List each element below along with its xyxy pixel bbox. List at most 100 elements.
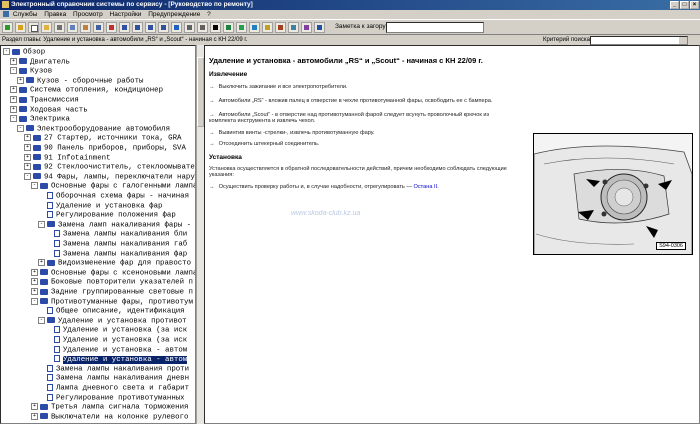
- tree-item[interactable]: Лампа дневного света и габарит: [38, 384, 189, 393]
- tree-item[interactable]: +91 Infotainment: [24, 153, 111, 163]
- tree-item[interactable]: + Двигатель: [10, 57, 70, 67]
- tree-item[interactable]: Удаление и установка фар: [38, 201, 162, 211]
- collapse-icon[interactable]: -: [24, 172, 31, 180]
- tree-item[interactable]: - Обзор: [3, 48, 45, 57]
- tree-item[interactable]: Замена лампы накаливания дневн: [38, 374, 189, 383]
- tree-item[interactable]: - 94 Фары, лампы, переключатели нару: [24, 172, 195, 182]
- tree-item[interactable]: Замена лампы накаливания проти: [38, 364, 189, 374]
- expand-icon[interactable]: +: [10, 105, 17, 113]
- tree-item[interactable]: - Электрооборудование автомобиля: [17, 124, 170, 134]
- tree-item[interactable]: + Боковые повторители указателей п: [31, 278, 193, 287]
- expand-icon[interactable]: +: [31, 278, 38, 286]
- new-button[interactable]: [28, 22, 39, 33]
- car-button[interactable]: [223, 22, 234, 33]
- tree-item[interactable]: + Основные фары с ксеноновыми лампа: [31, 268, 195, 278]
- tree-item[interactable]: Регулирование противотуманных: [38, 393, 185, 403]
- expand-icon[interactable]: +: [24, 153, 31, 161]
- tree-item[interactable]: Удаление и установка - автом: [45, 355, 188, 364]
- maximize-button[interactable]: □: [680, 1, 689, 9]
- tree-item[interactable]: + Выключатели на колонке рулевого: [31, 412, 189, 422]
- up-button[interactable]: [145, 22, 156, 33]
- copy-button[interactable]: [67, 22, 78, 33]
- collapse-icon[interactable]: -: [31, 297, 38, 305]
- info-button[interactable]: [171, 22, 182, 33]
- tree-scrollbar[interactable]: [196, 45, 204, 424]
- expand-icon[interactable]: +: [24, 134, 31, 142]
- tree-item[interactable]: +27 Стартер, источники тока, GRA: [24, 134, 182, 143]
- print-button[interactable]: [54, 22, 65, 33]
- expand-icon[interactable]: +: [31, 288, 38, 295]
- tree-item[interactable]: +90 Панель приборов, приборы, SVA: [24, 144, 186, 153]
- collapse-icon[interactable]: -: [38, 220, 45, 228]
- expand-icon[interactable]: +: [24, 144, 31, 151]
- tree-item[interactable]: + Кузов - сборочные работы: [17, 76, 143, 86]
- expand-icon[interactable]: +: [38, 259, 45, 267]
- tree-item[interactable]: + Ходовая часть: [10, 105, 88, 115]
- tree-item[interactable]: Оборочная схема фары - начиная: [38, 192, 189, 201]
- collapse-icon[interactable]: -: [38, 316, 45, 324]
- collapse-icon[interactable]: -: [10, 67, 17, 75]
- expand-icon[interactable]: +: [17, 76, 24, 84]
- minimize-button[interactable]: _: [670, 1, 679, 9]
- tools-button[interactable]: [249, 22, 260, 33]
- open-button[interactable]: [41, 22, 52, 33]
- tree-item[interactable]: + Третья лампа сигнала торможения: [31, 403, 189, 412]
- tree-item[interactable]: Общее описание, идентификация: [38, 307, 185, 316]
- tree-item[interactable]: - Электрика: [10, 115, 70, 124]
- collapse-icon[interactable]: -: [10, 115, 17, 123]
- install-link[interactable]: Остана II.: [414, 184, 439, 190]
- scrollbar-thumb[interactable]: [197, 57, 204, 127]
- tree-item[interactable]: Регулирование положения фар: [38, 211, 176, 220]
- tree-item[interactable]: Удаление и установка (за иск: [45, 336, 187, 345]
- tree-item[interactable]: - Удаление и установка противот: [38, 316, 187, 326]
- expand-icon[interactable]: +: [10, 86, 17, 94]
- text-button[interactable]: [210, 22, 221, 33]
- prev-button[interactable]: [119, 22, 130, 33]
- tree-item[interactable]: - Противотуманные фары, противотум: [31, 297, 193, 307]
- tree-item[interactable]: + Трансмиссия: [10, 96, 79, 105]
- tree-item[interactable]: + Видоизменение фар для правосто: [38, 259, 191, 268]
- menu-service[interactable]: Службы: [13, 11, 38, 18]
- tree-item[interactable]: - Замена ламп накаливания фары -: [38, 220, 191, 230]
- menu-help[interactable]: ?: [207, 11, 211, 18]
- collapse-icon[interactable]: -: [31, 182, 38, 190]
- table-button[interactable]: [288, 22, 299, 33]
- expand-icon[interactable]: +: [31, 412, 38, 420]
- zoom-in-button[interactable]: [184, 22, 195, 33]
- menu-settings[interactable]: Настройки: [110, 11, 142, 18]
- expand-icon[interactable]: +: [10, 96, 17, 103]
- menu-warning[interactable]: Предупреждение: [148, 11, 200, 18]
- car2-button[interactable]: [236, 22, 247, 33]
- tree-item[interactable]: + Система отопления, кондиционер: [10, 86, 163, 95]
- expand-icon[interactable]: +: [24, 163, 31, 171]
- home-button[interactable]: [15, 22, 26, 33]
- schema-button[interactable]: [301, 22, 312, 33]
- tree-item[interactable]: Удаление и установка - автом: [45, 345, 187, 355]
- menu-edit[interactable]: Правка: [44, 11, 66, 18]
- expand-icon[interactable]: +: [31, 403, 38, 411]
- paste-button[interactable]: [80, 22, 91, 33]
- zoom-out-button[interactable]: [197, 22, 208, 33]
- collapse-icon[interactable]: -: [17, 124, 24, 132]
- menu-view[interactable]: Просмотр: [73, 11, 103, 18]
- bookmark-button[interactable]: [106, 22, 117, 33]
- next-button[interactable]: [132, 22, 143, 33]
- tree-item[interactable]: + Задние группированные световые п: [31, 288, 193, 297]
- find-button[interactable]: [93, 22, 104, 33]
- tree-item[interactable]: - Кузов: [10, 67, 52, 76]
- tree-item[interactable]: +92 Стеклоочиститель, стеклоомывате: [24, 163, 195, 172]
- tree-item[interactable]: Замена лампы накаливания бли: [45, 230, 187, 239]
- parts-button[interactable]: [275, 22, 286, 33]
- tree-item[interactable]: Замена лампы накаливания фар: [45, 249, 187, 259]
- diag-button[interactable]: [262, 22, 273, 33]
- close-button[interactable]: ×: [690, 1, 699, 9]
- tree-item[interactable]: Замена лампы накаливания габ: [45, 240, 187, 249]
- down-button[interactable]: [158, 22, 169, 33]
- tree-item[interactable]: Удаление и установка (за иск: [45, 326, 187, 335]
- exit-button[interactable]: [314, 22, 325, 33]
- tree-item[interactable]: - Основные фары с галогенными лампа: [31, 182, 195, 191]
- bookmark-input[interactable]: [386, 22, 484, 33]
- back-button[interactable]: [2, 22, 13, 33]
- expand-icon[interactable]: +: [31, 268, 38, 276]
- criteria-select[interactable]: [590, 36, 688, 45]
